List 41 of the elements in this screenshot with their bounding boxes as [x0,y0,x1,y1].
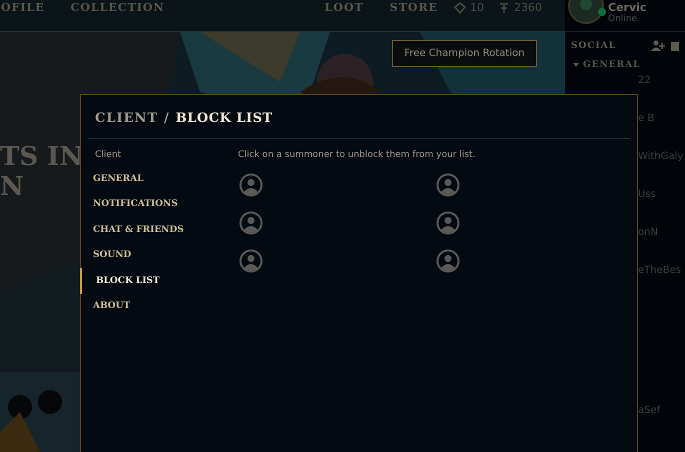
coin-icon [498,2,510,14]
nav-tab[interactable]: OFILE [1,1,45,15]
friend-group-title[interactable]: GENERAL [583,60,640,70]
free-rotation-button[interactable]: Free Champion Rotation [392,40,537,67]
friend-name[interactable]: Uss [638,188,656,202]
nav-tab[interactable]: COLLECTION [70,1,165,15]
section-label: Client [94,150,122,160]
caret-icon[interactable] [573,63,579,67]
currency-amount: 10 [470,1,484,15]
settings-nav-item[interactable]: NOTIFICATIONS [80,192,238,217]
dialog-title: BLOCK LIST [176,111,273,126]
nav-tab[interactable]: LOOT [324,1,364,15]
friend-name[interactable]: eTheBes [638,264,681,278]
friend-name[interactable]: 22 [638,74,651,88]
summoner-avatar-icon[interactable] [239,211,263,235]
summoner-avatar-icon[interactable] [436,249,460,273]
breadcrumb[interactable]: CLIENT [95,111,158,126]
friend-name[interactable]: WithGaly [638,150,684,164]
summoner-avatar-icon[interactable] [436,211,460,235]
add-friend-icon[interactable] [651,40,665,51]
essence-icon [454,2,466,14]
summoner-avatar-icon[interactable] [436,173,460,197]
settings-nav-item[interactable]: SOUND [80,242,238,268]
profile-emblem-icon [568,0,604,24]
friend-name[interactable]: onN [638,226,658,240]
settings-nav-item[interactable]: BLOCK LIST [80,268,238,294]
instruction-text: Click on a summoner to unblock them from your list. [238,150,476,160]
breadcrumb-separator: / [164,111,170,126]
friend-name[interactable]: e B [638,112,654,126]
profile-status: Online [608,14,638,25]
friend-name[interactable]: aSef [638,404,660,418]
settings-nav-item[interactable]: CHAT & FRIENDS [80,217,238,242]
profile-name: Cervic [608,1,646,14]
summoner-avatar-icon[interactable] [239,249,263,273]
nav-tab[interactable]: STORE [390,1,438,15]
currency-amount: 2360 [514,1,542,15]
online-status-dot [598,8,606,16]
summoner-avatar-icon[interactable] [239,173,263,197]
social-title: SOCIAL [571,40,618,50]
settings-nav-item[interactable]: ABOUT [80,294,238,319]
banner-title: N [0,172,25,202]
